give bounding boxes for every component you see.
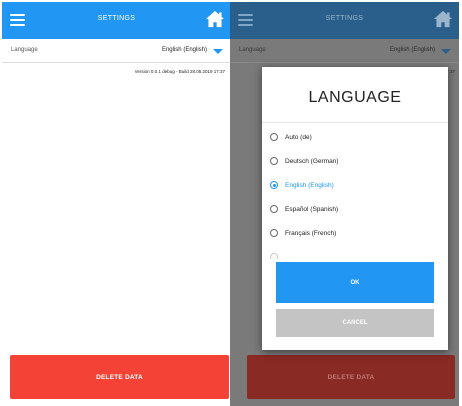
language-setting-row[interactable]: Language English (English) bbox=[2, 39, 231, 63]
app-bar-title: SETTINGS bbox=[97, 15, 136, 22]
language-option-espanol[interactable]: Español (Spanish) bbox=[270, 202, 338, 216]
language-option-deutsch[interactable]: Deutsch (German) bbox=[270, 154, 338, 168]
language-option-francais[interactable]: Français (French) bbox=[270, 226, 336, 240]
language-select-value: English (English) bbox=[389, 47, 435, 53]
app-bar: SETTINGS bbox=[2, 2, 231, 39]
language-option-auto[interactable]: Auto (de) bbox=[270, 130, 312, 144]
language-option-list[interactable]: Auto (de) Deutsch (German) English (Engl… bbox=[262, 123, 448, 259]
dropdown-caret-icon bbox=[441, 49, 451, 54]
home-icon[interactable] bbox=[205, 10, 225, 28]
radio-icon[interactable] bbox=[270, 157, 278, 165]
version-text: Version 0.0.1 debug - Build 28.05.2019 1… bbox=[134, 69, 225, 74]
radio-checked-icon[interactable] bbox=[270, 181, 278, 189]
language-label: Language bbox=[239, 47, 266, 53]
language-label: Language bbox=[11, 47, 38, 53]
language-dialog: LANGUAGE Auto (de) Deutsch (German) Engl… bbox=[262, 67, 448, 350]
radio-icon[interactable] bbox=[270, 229, 278, 237]
dialog-title: LANGUAGE bbox=[308, 89, 402, 106]
home-icon bbox=[434, 10, 452, 28]
option-label: English (English) bbox=[285, 181, 334, 189]
radio-icon[interactable] bbox=[270, 253, 278, 259]
cancel-button[interactable]: CANCEL bbox=[276, 309, 434, 337]
option-label: Deutsch (German) bbox=[285, 157, 339, 165]
option-label: Español (Spanish) bbox=[285, 205, 339, 213]
radio-icon[interactable] bbox=[270, 205, 278, 213]
language-option-partial[interactable] bbox=[270, 250, 285, 259]
app-bar: SETTINGS bbox=[230, 2, 459, 39]
app-bar-title: SETTINGS bbox=[325, 15, 364, 22]
language-setting-row: Language English (English) bbox=[230, 39, 459, 63]
language-option-english[interactable]: English (English) bbox=[270, 178, 334, 192]
radio-icon[interactable] bbox=[270, 133, 278, 141]
settings-screen: SETTINGS Language English (English) Vers… bbox=[2, 2, 231, 406]
option-label: Auto (de) bbox=[285, 133, 312, 141]
language-select-value[interactable]: English (English) bbox=[162, 47, 207, 53]
delete-data-button[interactable]: DELETE DATA bbox=[10, 355, 229, 399]
delete-data-button: DELETE DATA bbox=[247, 355, 455, 399]
ok-button[interactable]: OK bbox=[276, 262, 434, 303]
option-label: Français (French) bbox=[285, 229, 337, 237]
dropdown-caret-icon[interactable] bbox=[213, 49, 223, 54]
language-dialog-screen: SETTINGS Language English (English) 17:3… bbox=[230, 2, 459, 406]
stage: SETTINGS Language English (English) Vers… bbox=[0, 0, 462, 406]
